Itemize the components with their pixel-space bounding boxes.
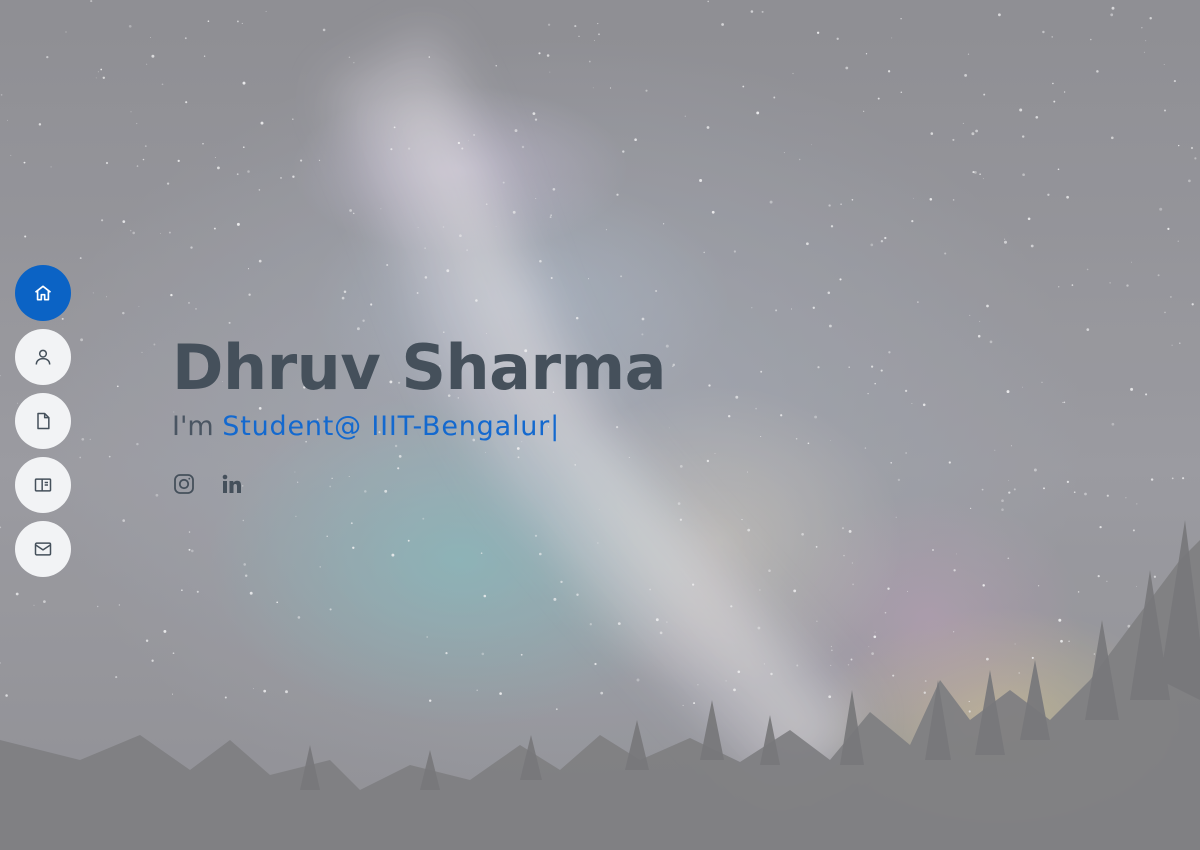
hero-name: Dhruv Sharma bbox=[172, 331, 666, 404]
instagram-link[interactable] bbox=[172, 472, 196, 496]
hero-tagline: I'm Student@ IIIT-Bengalur| bbox=[172, 410, 666, 444]
instagram-icon bbox=[174, 474, 194, 494]
typed-role-text: Student@ IIIT-Bengalur| bbox=[222, 411, 560, 442]
tagline-prefix: I'm bbox=[172, 411, 214, 442]
social-links bbox=[172, 472, 666, 496]
linkedin-icon bbox=[222, 474, 241, 493]
file-icon bbox=[37, 412, 50, 430]
nav-contact-button[interactable] bbox=[15, 521, 71, 577]
linkedin-link[interactable] bbox=[220, 472, 244, 496]
hero-content: Dhruv Sharma I'm Student@ IIIT-Bengalur| bbox=[172, 330, 666, 496]
book-icon bbox=[34, 478, 52, 492]
nav-home-button[interactable] bbox=[15, 265, 71, 321]
nav-about-button[interactable] bbox=[15, 329, 71, 385]
nav-resume-button[interactable] bbox=[15, 393, 71, 449]
user-icon bbox=[35, 349, 51, 365]
envelope-icon bbox=[34, 542, 52, 556]
nav-portfolio-button[interactable] bbox=[15, 457, 71, 513]
side-navigation bbox=[15, 265, 71, 577]
home-icon bbox=[34, 285, 52, 301]
